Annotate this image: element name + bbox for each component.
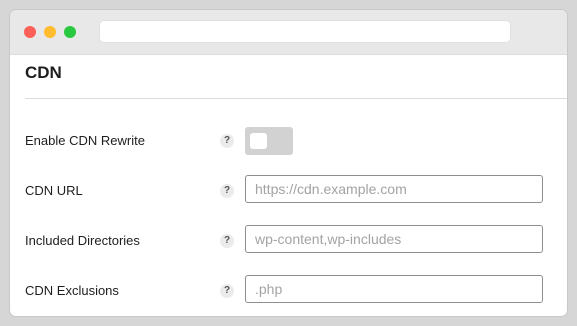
setting-row-included-directories: Included Directories ? <box>10 225 567 257</box>
enable-cdn-rewrite-toggle[interactable] <box>245 127 293 155</box>
section-divider <box>25 98 567 99</box>
setting-row-enable-cdn-rewrite: Enable CDN Rewrite ? <box>10 125 567 157</box>
close-window-button[interactable] <box>24 26 36 38</box>
zoom-window-button[interactable] <box>64 26 76 38</box>
toggle-knob <box>250 133 267 149</box>
included-directories-input[interactable] <box>245 225 543 253</box>
help-icon[interactable]: ? <box>220 184 234 198</box>
cdn-exclusions-input[interactable] <box>245 275 543 303</box>
help-icon[interactable]: ? <box>220 134 234 148</box>
setting-row-cdn-url: CDN URL ? <box>10 175 567 207</box>
help-icon[interactable]: ? <box>220 284 234 298</box>
setting-row-cdn-exclusions: CDN Exclusions ? <box>10 275 567 307</box>
help-icon[interactable]: ? <box>220 234 234 248</box>
section-title: CDN <box>25 63 62 82</box>
cdn-url-input[interactable] <box>245 175 543 203</box>
browser-window: CDN Enable CDN Rewrite ? CDN URL ? Inclu… <box>10 10 567 316</box>
enable-cdn-rewrite-label: Enable CDN Rewrite <box>25 133 145 148</box>
address-bar[interactable] <box>99 20 511 43</box>
included-directories-label: Included Directories <box>25 233 140 248</box>
minimize-window-button[interactable] <box>44 26 56 38</box>
title-bar <box>10 10 567 55</box>
cdn-url-label: CDN URL <box>25 183 83 198</box>
cdn-exclusions-label: CDN Exclusions <box>25 283 119 298</box>
